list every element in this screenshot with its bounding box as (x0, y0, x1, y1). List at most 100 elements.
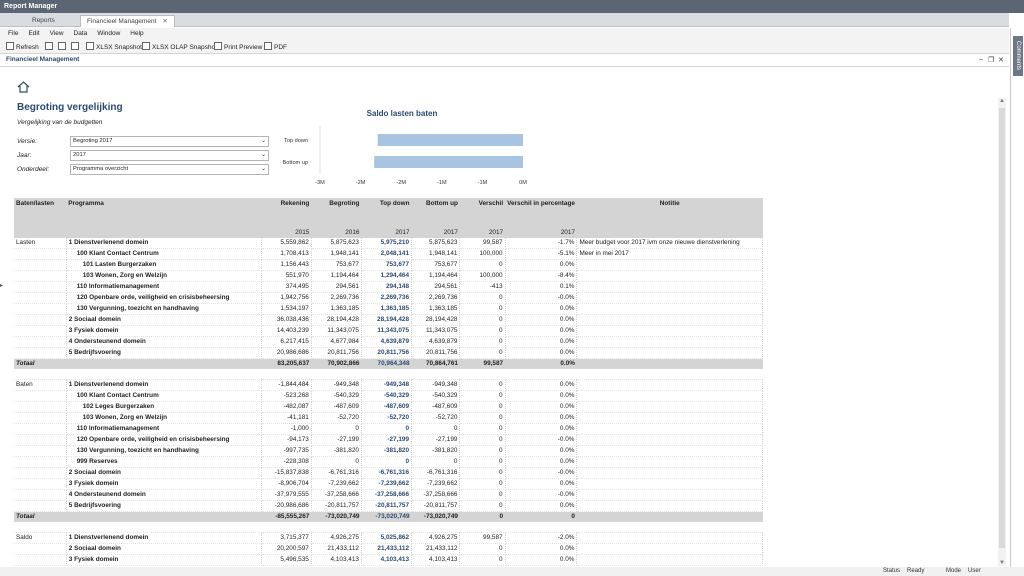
notitie-cell[interactable] (576, 347, 763, 360)
notitie-cell[interactable] (576, 532, 763, 545)
top-down-cell[interactable]: -540,329 (361, 390, 413, 403)
tab-reports[interactable]: Reports (26, 15, 61, 27)
top-down-cell[interactable]: 20,811,756 (361, 347, 413, 360)
notitie-cell[interactable] (576, 489, 763, 502)
notitie-cell[interactable] (576, 423, 763, 436)
top-down-cell[interactable]: -27,199 (361, 434, 413, 447)
programma-cell[interactable]: 101 Lasten Burgerzaken (66, 259, 262, 272)
minimize-icon[interactable]: – (979, 56, 983, 63)
top-down-cell[interactable]: 1,294,464 (361, 270, 413, 283)
versie-select[interactable]: Begroting 2017 ⌄ (70, 136, 269, 147)
menu-help[interactable]: Help (130, 28, 143, 40)
programma-cell[interactable]: 3 Fysiek domein (66, 554, 262, 567)
pdf-button[interactable]: PDF (264, 42, 287, 52)
top-down-cell[interactable]: -381,820 (361, 445, 413, 458)
top-down-cell[interactable]: -487,609 (361, 401, 413, 414)
notitie-cell[interactable] (576, 270, 763, 283)
top-down-cell[interactable]: 4,103,413 (361, 554, 413, 567)
programma-cell[interactable]: 5 Bedrijfsvoering (66, 500, 262, 513)
scroll-thumb[interactable] (999, 108, 1005, 548)
copy-button[interactable] (45, 42, 55, 52)
top-down-cell[interactable]: 28,194,428 (361, 314, 413, 327)
cut-button[interactable] (58, 42, 68, 52)
top-down-cell[interactable]: 0 (361, 456, 413, 469)
notitie-cell[interactable] (576, 292, 763, 305)
top-down-cell[interactable]: -37,258,666 (361, 489, 413, 502)
programma-cell[interactable]: 130 Vergunning, toezicht en handhaving (66, 445, 262, 458)
menu-edit[interactable]: Edit (28, 28, 39, 40)
programma-cell[interactable]: 4 Ondersteunend domein (66, 336, 262, 349)
notitie-cell[interactable] (576, 281, 763, 294)
programma-cell[interactable]: 2 Sociaal domein (66, 314, 262, 327)
programma-cell[interactable]: 103 Wonen, Zorg en Welzijn (66, 270, 262, 283)
column-header[interactable]: Bottom up (411, 198, 460, 227)
programma-cell[interactable]: 103 Wonen, Zorg en Welzijn (66, 412, 262, 425)
notitie-cell[interactable] (576, 554, 763, 567)
top-down-cell[interactable]: -52,720 (361, 412, 413, 425)
column-header[interactable]: Notitie (576, 198, 763, 227)
programma-cell[interactable]: 100 Klant Contact Centrum (66, 248, 262, 261)
top-down-cell[interactable]: 4,639,879 (361, 336, 413, 349)
column-header[interactable]: Top down (361, 198, 412, 227)
xlsx-snapshot-button[interactable]: XLSX Snapshot (86, 42, 142, 52)
programma-cell[interactable]: 1 Dienstverlenend domein (66, 532, 262, 545)
notitie-cell[interactable] (576, 390, 763, 403)
top-down-cell[interactable]: 2,269,736 (361, 292, 413, 305)
programma-cell[interactable]: 3 Fysiek domein (66, 325, 262, 338)
notitie-cell[interactable]: Meer in mei 2017 (576, 248, 763, 261)
programma-cell[interactable]: 130 Vergunning, toezicht en handhaving (66, 303, 262, 316)
programma-cell[interactable]: 1 Dienstverlenend domein (66, 379, 262, 392)
scroll-down-icon[interactable]: ▼ (998, 560, 1006, 566)
xlsx-olap-snapshot-button[interactable]: XLSX OLAP Snapshot (142, 42, 217, 52)
programma-cell[interactable]: 5 Bedrijfsvoering (66, 347, 262, 360)
notitie-cell[interactable] (576, 314, 763, 327)
top-down-cell[interactable]: 5,025,862 (361, 532, 413, 545)
top-down-cell[interactable]: 753,677 (361, 259, 413, 272)
notitie-cell[interactable] (576, 336, 763, 349)
panel-expand-icon[interactable]: ▸ (0, 282, 3, 289)
menu-data[interactable]: Data (74, 28, 88, 40)
notitie-cell[interactable] (576, 500, 763, 513)
tab-financieel-management[interactable]: Financieel Management ✕ (80, 15, 175, 27)
programma-cell[interactable]: 102 Leges Burgerzaken (66, 401, 262, 414)
column-header[interactable]: Rekening (261, 198, 312, 227)
top-down-cell[interactable]: 21,433,112 (361, 543, 413, 556)
column-header[interactable]: Programma (66, 198, 262, 227)
restore-icon[interactable]: ❐ (988, 56, 994, 64)
top-down-cell[interactable]: 0 (361, 423, 413, 436)
scroll-up-icon[interactable]: ▲ (998, 98, 1006, 104)
notitie-cell[interactable] (576, 259, 763, 272)
paste-button[interactable] (71, 42, 81, 52)
notitie-cell[interactable] (576, 543, 763, 556)
programma-cell[interactable]: 110 Informatiemanagement (66, 281, 262, 294)
top-down-cell[interactable]: -7,239,662 (361, 478, 413, 491)
programma-cell[interactable]: 2 Sociaal domein (66, 543, 262, 556)
menu-window[interactable]: Window (97, 28, 120, 40)
notitie-cell[interactable] (576, 456, 763, 469)
onderdeel-select[interactable]: Programma overzicht ⌄ (70, 164, 269, 175)
close-icon[interactable]: ✕ (998, 56, 1004, 64)
notitie-cell[interactable] (576, 445, 763, 458)
print-preview-button[interactable]: Print Preview (214, 42, 262, 52)
notitie-cell[interactable] (576, 412, 763, 425)
top-down-cell[interactable]: -6,761,316 (361, 467, 413, 480)
programma-cell[interactable]: 2 Sociaal domein (66, 467, 262, 480)
comments-tab[interactable]: Comments (1013, 36, 1023, 76)
top-down-cell[interactable]: 294,148 (361, 281, 413, 294)
column-header[interactable]: Verschil (459, 198, 506, 227)
column-header[interactable]: Begroting (311, 198, 362, 227)
programma-cell[interactable]: 1 Dienstverlenend domein (66, 238, 262, 250)
notitie-cell[interactable] (576, 434, 763, 447)
top-down-cell[interactable]: 2,048,141 (361, 248, 413, 261)
top-down-cell[interactable]: 1,363,185 (361, 303, 413, 316)
notitie-cell[interactable]: Meer budget voor 2017 ivm onze nieuwe di… (576, 238, 763, 250)
programma-cell[interactable]: 120 Openbare orde, veiligheid en crisisb… (66, 292, 262, 305)
jaar-select[interactable]: 2017 ⌄ (70, 150, 269, 161)
notitie-cell[interactable] (576, 401, 763, 414)
top-down-cell[interactable]: 5,975,210 (361, 238, 413, 250)
refresh-button[interactable]: Refresh (6, 42, 39, 52)
top-down-cell[interactable]: -949,348 (361, 379, 413, 392)
menu-file[interactable]: File (8, 28, 18, 40)
home-icon[interactable] (17, 81, 30, 93)
column-header[interactable]: Verschil in percentage (505, 198, 577, 227)
